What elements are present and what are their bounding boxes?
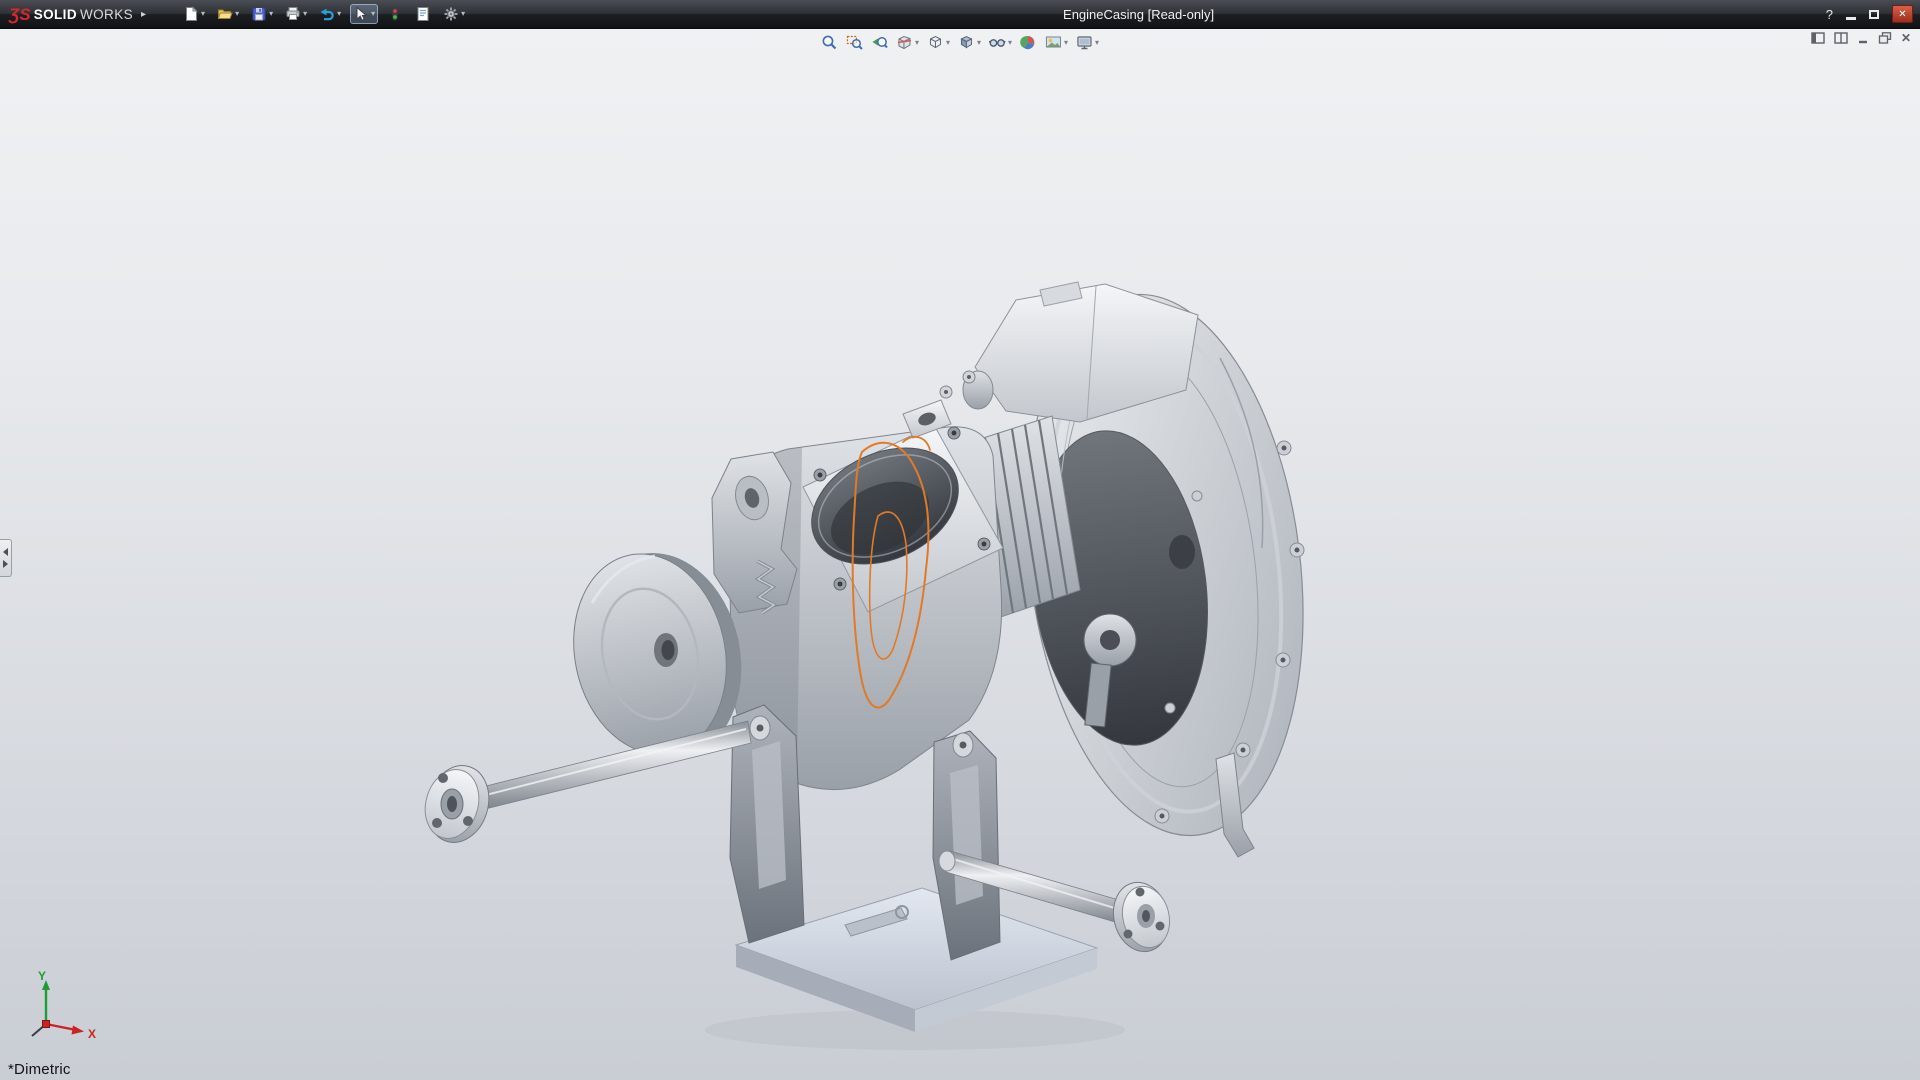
dropdown-arrow-icon[interactable]: ▾: [1064, 39, 1068, 47]
document-restore-button[interactable]: [1878, 32, 1892, 44]
select-button[interactable]: ▾: [350, 4, 378, 24]
new-document-button[interactable]: ▾: [180, 4, 208, 24]
triad-y-label: Y: [38, 969, 46, 983]
edit-appearance-ball-icon: [1020, 34, 1037, 51]
apply-scene-icon: [1045, 34, 1062, 51]
document-pane-icon[interactable]: [1811, 32, 1825, 44]
print-button[interactable]: ▾: [282, 4, 310, 24]
undo-arrow-icon: [319, 6, 335, 22]
heads-up-view-toolbar: ▾ ▾ ▾: [819, 33, 1101, 52]
rebuild-stoplight-icon: [387, 6, 403, 22]
dropdown-arrow-icon[interactable]: ▾: [946, 39, 950, 47]
dropdown-arrow-icon[interactable]: ▾: [371, 10, 375, 18]
open-folder-icon: [217, 6, 233, 22]
zoom-to-area-icon: [846, 34, 863, 51]
save-button[interactable]: ▾: [248, 4, 276, 24]
options-gear-icon: [443, 6, 459, 22]
graphics-area[interactable]: ▾ ▾ ▾: [0, 28, 1920, 1080]
undo-button[interactable]: ▾: [316, 4, 344, 24]
dropdown-arrow-icon[interactable]: ▾: [201, 10, 205, 18]
file-properties-button[interactable]: [412, 4, 434, 24]
dropdown-arrow-icon[interactable]: ▾: [269, 10, 273, 18]
solidworks-logo[interactable]: ƷS SOLIDWORKS ▸: [0, 6, 154, 23]
previous-view-icon: [871, 34, 888, 51]
maximize-button[interactable]: [1869, 10, 1879, 19]
solidworks-window: ƷS SOLIDWORKS ▸ ▾ ▾: [0, 0, 1920, 1080]
featuremanager-collapsed-tab[interactable]: [0, 539, 12, 577]
save-floppy-icon: [251, 6, 267, 22]
menubar-toolbar: ▾ ▾ ▾: [180, 4, 468, 24]
display-style-cube-icon: [958, 34, 975, 51]
logo-text-solid: SOLID: [34, 7, 77, 22]
select-cursor-icon: [353, 6, 369, 22]
engine-casing-model[interactable]: [0, 28, 1920, 1080]
dropdown-arrow-icon[interactable]: ▾: [303, 10, 307, 18]
section-view-icon: [896, 34, 913, 51]
view-orientation-label: *Dimetric: [8, 1061, 71, 1078]
edit-appearance-button[interactable]: [1018, 33, 1039, 52]
dropdown-arrow-icon[interactable]: ▾: [461, 10, 465, 18]
triad-x-label: X: [88, 1027, 96, 1041]
previous-view-button[interactable]: [869, 33, 890, 52]
zoom-to-fit-button[interactable]: [819, 33, 840, 52]
file-properties-icon: [415, 6, 431, 22]
dropdown-arrow-icon[interactable]: ▾: [1008, 39, 1012, 47]
display-style-button[interactable]: ▾: [956, 33, 983, 52]
hide-show-items-button[interactable]: ▾: [987, 33, 1014, 52]
dropdown-arrow-icon[interactable]: ▾: [235, 10, 239, 18]
reference-triad[interactable]: Y X: [12, 966, 104, 1052]
close-button[interactable]: ✕: [1892, 5, 1913, 23]
print-icon: [285, 6, 301, 22]
document-minimize-button[interactable]: [1857, 32, 1869, 44]
view-settings-icon: [1076, 34, 1093, 51]
minimize-button[interactable]: [1846, 17, 1856, 20]
options-button[interactable]: ▾: [440, 4, 468, 24]
document-window-controls: ✕: [1811, 32, 1911, 44]
expand-right-arrow-icon: [3, 560, 8, 568]
view-orientation-button[interactable]: ▾: [925, 33, 952, 52]
zoom-to-area-button[interactable]: [844, 33, 865, 52]
dropdown-arrow-icon[interactable]: ▾: [915, 39, 919, 47]
help-button[interactable]: ?: [1826, 7, 1833, 22]
zoom-to-fit-icon: [821, 34, 838, 51]
dropdown-arrow-icon[interactable]: ▾: [337, 10, 341, 18]
dropdown-arrow-icon[interactable]: ▾: [1095, 39, 1099, 47]
menu-expand-arrow-icon[interactable]: ▸: [141, 9, 146, 20]
titlebar: ƷS SOLIDWORKS ▸ ▾ ▾: [0, 0, 1920, 29]
view-orientation-cube-icon: [927, 34, 944, 51]
hide-show-glasses-icon: [989, 34, 1006, 51]
rebuild-button[interactable]: [384, 4, 406, 24]
logo-text-works: WORKS: [80, 7, 133, 22]
open-button[interactable]: ▾: [214, 4, 242, 24]
new-document-icon: [183, 6, 199, 22]
document-split-icon[interactable]: [1834, 32, 1848, 44]
document-title: EngineCasing [Read-only]: [1063, 7, 1214, 22]
view-settings-button[interactable]: ▾: [1074, 33, 1101, 52]
dropdown-arrow-icon[interactable]: ▾: [977, 39, 981, 47]
document-close-button[interactable]: ✕: [1901, 32, 1911, 44]
solidworks-logo-icon: ƷS: [9, 6, 31, 23]
apply-scene-button[interactable]: ▾: [1043, 33, 1070, 52]
expand-left-arrow-icon: [3, 548, 8, 556]
section-view-button[interactable]: ▾: [894, 33, 921, 52]
window-controls: ? ✕: [1826, 0, 1913, 28]
